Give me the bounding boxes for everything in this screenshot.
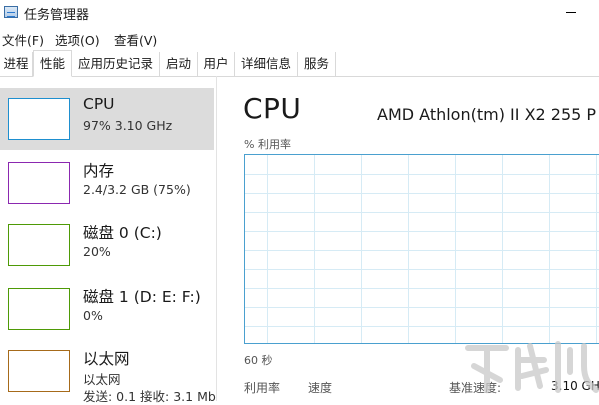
resource-detail: 0% xyxy=(83,308,103,323)
resource-item-disk1[interactable]: 磁盘 1 (D: E: F:) 0% xyxy=(0,280,214,342)
utilization-axis-label: % 利用率 xyxy=(244,138,291,151)
tab-services[interactable]: 服务 xyxy=(298,52,336,76)
cpu-thumbnail xyxy=(8,98,70,140)
tab-startup[interactable]: 启动 xyxy=(160,52,198,76)
resource-name: CPU xyxy=(83,95,115,113)
resource-item-cpu[interactable]: CPU 97% 3.10 GHz xyxy=(0,88,214,150)
menu-file[interactable]: 文件(F) xyxy=(2,30,44,49)
resource-item-disk0[interactable]: 磁盘 0 (C:) 20% xyxy=(0,216,214,278)
tab-bar: 进程 性能 应用历史记录 启动 用户 详细信息 服务 xyxy=(0,50,599,77)
memory-thumbnail xyxy=(8,162,70,204)
menu-options[interactable]: 选项(O) xyxy=(55,30,100,49)
resource-detail-secondary: 发送: 0.1 接收: 3.1 Mb xyxy=(83,389,216,404)
resource-detail: 97% 3.10 GHz xyxy=(83,118,173,133)
resource-name: 以太网 xyxy=(83,350,130,368)
tab-app-history[interactable]: 应用历史记录 xyxy=(72,52,160,76)
tab-processes[interactable]: 进程 xyxy=(0,52,33,76)
resource-name: 内存 xyxy=(83,162,115,180)
time-axis-label: 60 秒 xyxy=(244,354,273,367)
resource-item-memory[interactable]: 内存 2.4/3.2 GB (75%) xyxy=(0,152,214,214)
disk0-thumbnail xyxy=(8,224,70,266)
speed-label: 速度 xyxy=(308,381,333,395)
title-bar: 任务管理器 xyxy=(0,0,599,26)
site-watermark-logo xyxy=(465,341,599,393)
window-title: 任务管理器 xyxy=(24,8,90,23)
resource-detail: 20% xyxy=(83,244,111,259)
tab-performance[interactable]: 性能 xyxy=(33,50,72,77)
disk1-thumbnail xyxy=(8,288,70,330)
resource-name: 磁盘 1 (D: E: F:) xyxy=(83,288,201,306)
menu-view[interactable]: 查看(V) xyxy=(114,30,157,49)
tab-users[interactable]: 用户 xyxy=(198,52,235,76)
cpu-model-name: AMD Athlon(tm) II X2 255 P xyxy=(377,105,597,124)
task-manager-icon xyxy=(4,6,18,18)
minimize-icon[interactable] xyxy=(552,0,592,26)
resource-list: CPU 97% 3.10 GHz 内存 2.4/3.2 GB (75%) 磁盘 … xyxy=(0,76,217,404)
ethernet-thumbnail xyxy=(8,350,70,392)
resource-name: 磁盘 0 (C:) xyxy=(83,224,162,242)
page-title: CPU xyxy=(243,92,302,125)
resource-detail: 2.4/3.2 GB (75%) xyxy=(83,182,191,197)
resource-item-ethernet[interactable]: 以太网 以太网 发送: 0.1 接收: 3.1 Mb xyxy=(0,344,216,404)
graph-grid xyxy=(245,155,599,343)
utilization-label: 利用率 xyxy=(244,381,281,395)
cpu-utilization-graph xyxy=(244,154,599,344)
tab-details[interactable]: 详细信息 xyxy=(235,52,298,76)
